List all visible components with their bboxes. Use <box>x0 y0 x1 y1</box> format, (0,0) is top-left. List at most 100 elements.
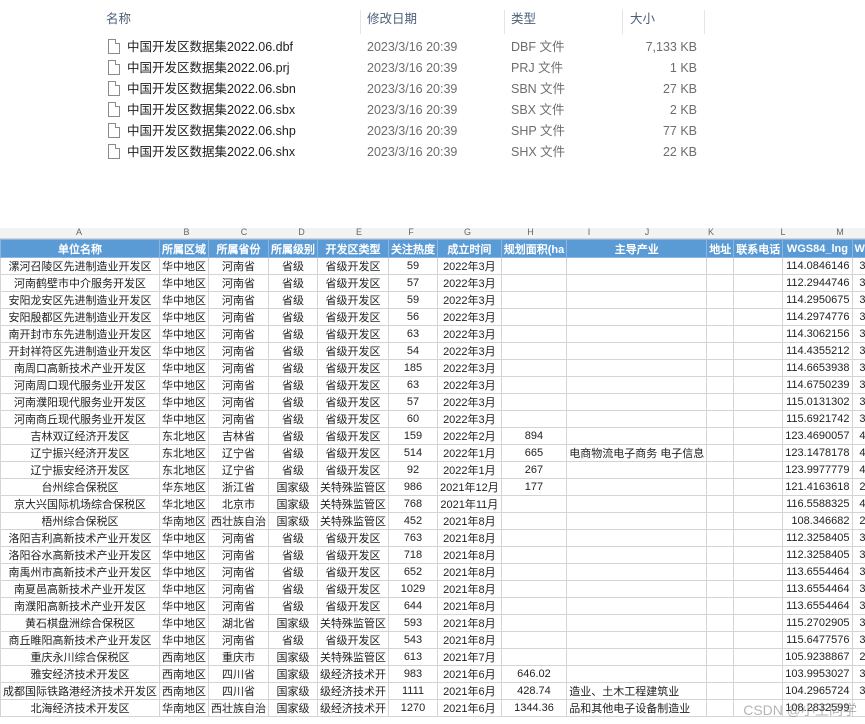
table-cell[interactable] <box>733 410 784 428</box>
table-cell[interactable]: 华中地区 <box>159 376 209 394</box>
table-cell[interactable]: 河南周口现代服务业开发区 <box>0 376 160 394</box>
table-cell[interactable]: 452 <box>388 512 438 530</box>
table-cell[interactable]: 34.77 <box>851 563 865 581</box>
table-cell[interactable]: 108.346682 <box>782 512 853 530</box>
table-cell[interactable]: 四川省 <box>208 665 269 683</box>
table-cell[interactable]: 60 <box>388 410 438 428</box>
table-row[interactable]: 安阳殷都区先进制造业开发区 华中地区 河南省 省级 省级开发区 56 2022年3月 114.… <box>0 308 865 326</box>
table-cell[interactable]: 114.6750239 <box>782 376 853 394</box>
table-cell[interactable]: 116.5588325 <box>782 495 853 513</box>
table-cell[interactable]: 986 <box>388 478 438 496</box>
table-cell[interactable]: 983 <box>388 665 438 683</box>
table-cell[interactable]: 国家级 <box>268 512 318 530</box>
table-row[interactable]: 重庆永川综合保税区 西南地区 重庆市 国家级 关特殊监管区 613 2021年7月 105.9… <box>0 648 865 666</box>
table-cell[interactable]: 56 <box>388 308 438 326</box>
table-cell[interactable]: 185 <box>388 359 438 377</box>
table-row[interactable]: 北海经济技术开发区 华南地区 西壮族自治 国家级 级经济技术开 1270 2021年6月 13… <box>0 699 865 717</box>
table-cell[interactable]: 华中地区 <box>159 546 209 564</box>
table-cell[interactable]: 2021年12月 <box>437 478 502 496</box>
table-cell[interactable] <box>733 461 784 479</box>
table-cell[interactable] <box>733 665 784 683</box>
file-row[interactable]: 中国开发区数据集2022.06.sbx 2023/3/16 20:39 SBX 文件… <box>100 100 720 121</box>
table-cell[interactable]: 省级开发区 <box>317 631 389 649</box>
table-cell[interactable] <box>706 427 735 445</box>
table-cell[interactable]: 华东地区 <box>159 478 209 496</box>
table-cell[interactable]: 30.13 <box>851 614 865 632</box>
file-row[interactable]: 中国开发区数据集2022.06.sbn 2023/3/16 20:39 SBN 文件… <box>100 79 720 100</box>
header-cell[interactable]: 所属区域 <box>159 239 209 258</box>
table-cell[interactable]: 29.35 <box>851 648 865 666</box>
table-cell[interactable]: 2022年3月 <box>437 342 502 360</box>
table-cell[interactable]: 2021年8月 <box>437 546 502 564</box>
table-cell[interactable]: 2022年3月 <box>437 376 502 394</box>
table-cell[interactable]: 辽宁振安经济开发区 <box>0 461 160 479</box>
table-cell[interactable]: 省级开发区 <box>317 427 389 445</box>
table-row[interactable]: 河南濮阳现代服务业开发区 华中地区 河南省 省级 省级开发区 57 2022年3月 115.0… <box>0 393 865 411</box>
table-cell[interactable]: 吉林双辽经济开发区 <box>0 427 160 445</box>
table-cell[interactable]: 省级开发区 <box>317 359 389 377</box>
table-cell[interactable]: 105.9238867 <box>782 648 853 666</box>
table-cell[interactable]: 关特殊监管区 <box>317 648 389 666</box>
table-cell[interactable]: 省级开发区 <box>317 461 389 479</box>
table-cell[interactable]: 665 <box>500 444 568 462</box>
table-cell[interactable]: 北京市 <box>208 495 269 513</box>
table-cell[interactable]: 123.9977779 <box>782 461 853 479</box>
table-cell[interactable]: 2022年3月 <box>437 325 502 343</box>
table-cell[interactable]: 华南地区 <box>159 699 209 717</box>
table-cell[interactable]: 115.2702905 <box>782 614 853 632</box>
table-cell[interactable]: 西南地区 <box>159 648 209 666</box>
table-cell[interactable] <box>733 529 784 547</box>
table-cell[interactable] <box>733 444 784 462</box>
table-cell[interactable]: 省级开发区 <box>317 274 389 292</box>
table-cell[interactable]: 644 <box>388 597 438 615</box>
table-cell[interactable]: 112.2944746 <box>782 274 853 292</box>
table-cell[interactable]: 重庆市 <box>208 648 269 666</box>
table-cell[interactable] <box>706 495 735 513</box>
table-cell[interactable] <box>500 495 568 513</box>
header-cell[interactable]: 所属省份 <box>208 239 269 258</box>
table-cell[interactable]: 33.58 <box>851 376 865 394</box>
table-cell[interactable]: 华中地区 <box>159 308 209 326</box>
table-cell[interactable] <box>566 563 708 581</box>
table-cell[interactable]: 华中地区 <box>159 580 209 598</box>
table-cell[interactable]: 123.4690057 <box>782 427 853 445</box>
table-row[interactable]: 河南鹤壁市中介服务开发区 华中地区 河南省 省级 省级开发区 57 2022年3月 112.2… <box>0 274 865 292</box>
table-cell[interactable]: 2022年3月 <box>437 308 502 326</box>
table-cell[interactable]: 103.9953027 <box>782 665 853 683</box>
table-cell[interactable]: 河南省 <box>208 342 269 360</box>
table-cell[interactable]: 2022年1月 <box>437 461 502 479</box>
table-cell[interactable]: 114.0846146 <box>782 257 853 275</box>
table-cell[interactable]: 34.57 <box>851 546 865 564</box>
column-letter[interactable]: B <box>159 228 214 237</box>
table-cell[interactable]: 河南省 <box>208 546 269 564</box>
column-letter[interactable]: K <box>676 228 746 237</box>
table-cell[interactable]: 646.02 <box>500 665 568 683</box>
table-cell[interactable]: 省级 <box>268 427 318 445</box>
table-cell[interactable]: 河南省 <box>208 359 269 377</box>
table-cell[interactable]: 河南省 <box>208 597 269 615</box>
table-cell[interactable] <box>706 665 735 683</box>
column-letter[interactable]: C <box>215 228 273 237</box>
table-cell[interactable]: 省级开发区 <box>317 546 389 564</box>
table-cell[interactable]: 2022年1月 <box>437 444 502 462</box>
table-cell[interactable] <box>566 291 708 309</box>
table-cell[interactable]: 2022年3月 <box>437 393 502 411</box>
table-cell[interactable]: 国家级 <box>268 495 318 513</box>
table-cell[interactable]: 省级开发区 <box>317 325 389 343</box>
header-cell[interactable]: WGS8 <box>851 239 865 258</box>
table-cell[interactable]: 开封祥符区先进制造业开发区 <box>0 342 160 360</box>
table-cell[interactable] <box>500 648 568 666</box>
table-cell[interactable] <box>500 342 568 360</box>
table-cell[interactable]: 重庆永川综合保税区 <box>0 648 160 666</box>
table-cell[interactable]: 2021年11月 <box>437 495 502 513</box>
table-cell[interactable] <box>733 274 784 292</box>
table-cell[interactable] <box>566 393 708 411</box>
header-cell[interactable]: 地址 <box>706 239 735 258</box>
table-cell[interactable]: 768 <box>388 495 438 513</box>
table-cell[interactable] <box>733 257 784 275</box>
table-cell[interactable] <box>500 410 568 428</box>
column-letter[interactable]: D <box>274 228 329 237</box>
table-cell[interactable]: 34.39 <box>851 410 865 428</box>
table-cell[interactable] <box>566 410 708 428</box>
table-cell[interactable]: 商丘睢阳高新技术产业开发区 <box>0 631 160 649</box>
